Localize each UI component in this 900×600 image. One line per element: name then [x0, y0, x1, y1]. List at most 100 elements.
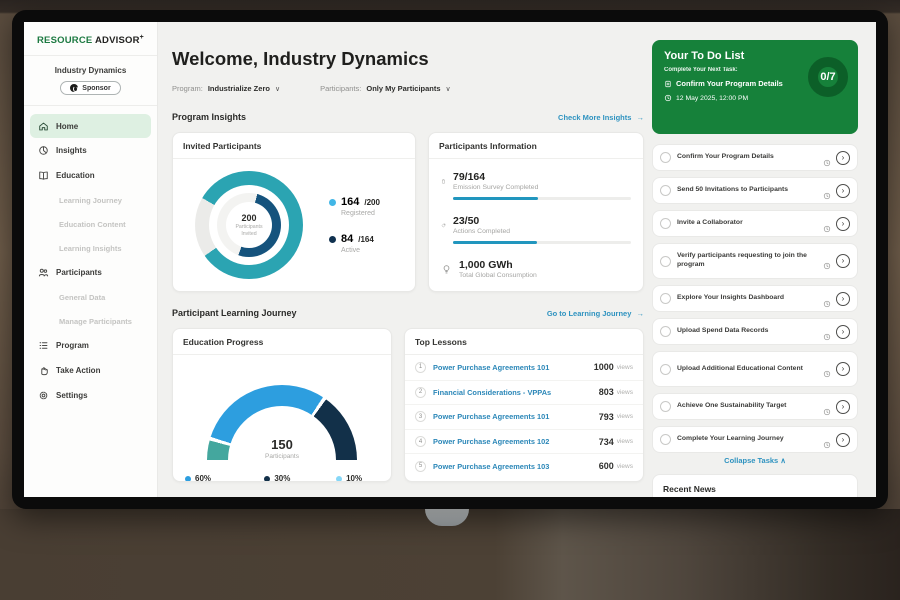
gear-icon — [38, 390, 49, 401]
sidebar-item-participants[interactable]: Participants — [24, 260, 157, 285]
progress-fill — [453, 197, 538, 200]
legend-dot — [185, 476, 191, 482]
divider — [24, 55, 157, 56]
task-go-button[interactable]: › — [836, 433, 850, 447]
task-checkbox[interactable] — [660, 401, 671, 412]
task-checkbox[interactable] — [660, 185, 671, 196]
program-select[interactable]: Program: Industrialize Zero ∨ — [172, 84, 280, 93]
task-go-button[interactable]: › — [836, 325, 850, 339]
task-go-button[interactable]: › — [836, 292, 850, 306]
task-checkbox[interactable] — [660, 326, 671, 337]
task-go-button[interactable]: › — [836, 362, 850, 376]
legend-pending: 30% Pending — [264, 474, 298, 482]
divider — [24, 105, 157, 106]
list-icon — [38, 340, 49, 351]
sponsor-badge[interactable]: Sponsor — [60, 81, 120, 95]
stat-consumption: 1,000 GWh Total Global Consumption — [441, 259, 631, 279]
legend-dot — [264, 476, 270, 482]
arrow-right-icon: → — [637, 113, 645, 122]
education-progress-gauge: 150 Participants — [207, 385, 357, 460]
sponsor-icon — [70, 84, 78, 92]
task-checkbox[interactable] — [660, 434, 671, 445]
lesson-row: 3 Power Purchase Agreements 101 793 view… — [405, 404, 643, 429]
sidebar-item-settings[interactable]: Settings — [24, 383, 157, 408]
legend-dot — [329, 199, 336, 206]
task-go-button[interactable]: › — [836, 254, 850, 268]
sidebar-item-general-data[interactable]: General Data — [24, 285, 157, 309]
top-lessons-card: Top Lessons 1 Power Purchase Agreements … — [404, 328, 644, 482]
stat-emission-survey: 79/164 Emission Survey Completed — [441, 171, 631, 200]
legend-active: 84/164 Active — [329, 233, 380, 254]
sidebar-item-education-content[interactable]: Education Content — [24, 212, 157, 236]
task-row[interactable]: Upload Additional Educational Content › — [652, 351, 858, 387]
lesson-row: 2 Financial Considerations - VPPAs 803 v… — [405, 380, 643, 405]
stat-actions: 23/50 Actions Completed — [441, 215, 631, 244]
sidebar-item-education[interactable]: Education — [24, 163, 157, 188]
sidebar-item-program[interactable]: Program — [24, 333, 157, 358]
todo-header-card: Your To Do List Complete Your Next Task:… — [652, 40, 858, 134]
sidebar-item-insights[interactable]: Insights — [24, 138, 157, 163]
task-checkbox[interactable] — [660, 256, 671, 267]
clock-icon — [823, 257, 831, 265]
task-row[interactable]: Verify participants requesting to join t… — [652, 243, 858, 279]
todo-counter: 0/7 — [820, 71, 835, 83]
lesson-row: 4 Power Purchase Agreements 102 734 view… — [405, 429, 643, 454]
participants-select[interactable]: Participants: Only My Participants ∨ — [320, 84, 451, 93]
monitor-bezel: RESOURCE ADVISOR+ Industry Dynamics Spon… — [12, 10, 888, 509]
go-to-learning-journey-link[interactable]: Go to Learning Journey → — [547, 309, 644, 318]
chevron-down-icon: ∨ — [275, 85, 280, 93]
book-icon — [38, 170, 49, 181]
todo-panel: Your To Do List Complete Your Next Task:… — [652, 22, 860, 497]
task-checkbox[interactable] — [660, 152, 671, 163]
task-row[interactable]: Send 50 Invitations to Participants › — [652, 177, 858, 204]
home-icon — [38, 121, 49, 132]
invited-participants-card: Invited Participants 200 Participants In… — [172, 132, 416, 292]
chevron-up-icon: ∧ — [780, 456, 786, 465]
task-checkbox[interactable] — [660, 364, 671, 375]
task-row[interactable]: Complete Your Learning Journey › — [652, 426, 858, 453]
section-title-journey: Participant Learning Journey — [172, 308, 297, 318]
people-icon — [38, 267, 49, 278]
task-go-button[interactable]: › — [836, 400, 850, 414]
section-title-insights: Program Insights — [172, 112, 246, 122]
sidebar-item-learning-journey[interactable]: Learning Journey — [24, 188, 157, 212]
task-checkbox[interactable] — [660, 293, 671, 304]
task-go-button[interactable]: › — [836, 217, 850, 231]
sidebar-nav: Home Insights Education Learning Journey… — [24, 114, 157, 408]
clipboard-icon — [441, 176, 446, 187]
sidebar-item-take-action[interactable]: Take Action — [24, 358, 157, 383]
legend-dot — [329, 236, 336, 243]
task-row[interactable]: Confirm Your Program Details › — [652, 144, 858, 171]
tag-icon — [441, 220, 446, 231]
sidebar-item-manage-participants[interactable]: Manage Participants — [24, 309, 157, 333]
clock-icon — [823, 154, 831, 162]
arrow-right-icon: → — [637, 309, 645, 318]
org-name: Industry Dynamics — [24, 66, 157, 75]
sidebar: RESOURCE ADVISOR+ Industry Dynamics Spon… — [24, 22, 158, 497]
task-go-button[interactable]: › — [836, 184, 850, 198]
recent-news-card: Recent News — [652, 474, 858, 497]
task-row[interactable]: Explore Your Insights Dashboard › — [652, 285, 858, 312]
check-more-insights-link[interactable]: Check More Insights → — [558, 113, 644, 122]
gauge-center-value: 150 — [207, 437, 357, 452]
app-logo: RESOURCE ADVISOR+ — [24, 22, 157, 46]
gauge-center-label: Participants — [207, 453, 357, 460]
clock-icon — [664, 94, 672, 102]
task-checkbox[interactable] — [660, 218, 671, 229]
main-content: Welcome, Industry Dynamics Program: Indu… — [172, 22, 644, 497]
pie-chart-icon — [38, 145, 49, 156]
progress-track — [453, 197, 631, 200]
clock-icon — [823, 365, 831, 373]
progress-track — [453, 241, 631, 244]
task-doc-icon — [664, 80, 672, 88]
page-title: Welcome, Industry Dynamics — [172, 48, 429, 70]
task-row[interactable]: Achieve One Sustainability Target › — [652, 393, 858, 420]
task-go-button[interactable]: › — [836, 151, 850, 165]
task-row[interactable]: Invite a Collaborator › — [652, 210, 858, 237]
collapse-tasks-link[interactable]: Collapse Tasks ∧ — [652, 456, 858, 465]
sidebar-item-learning-insights[interactable]: Learning Insights — [24, 236, 157, 260]
chevron-down-icon: ∨ — [446, 85, 451, 93]
task-row[interactable]: Upload Spend Data Records › — [652, 318, 858, 345]
sidebar-item-home[interactable]: Home — [30, 114, 151, 138]
todo-progress-ring: 0/7 — [808, 57, 848, 97]
